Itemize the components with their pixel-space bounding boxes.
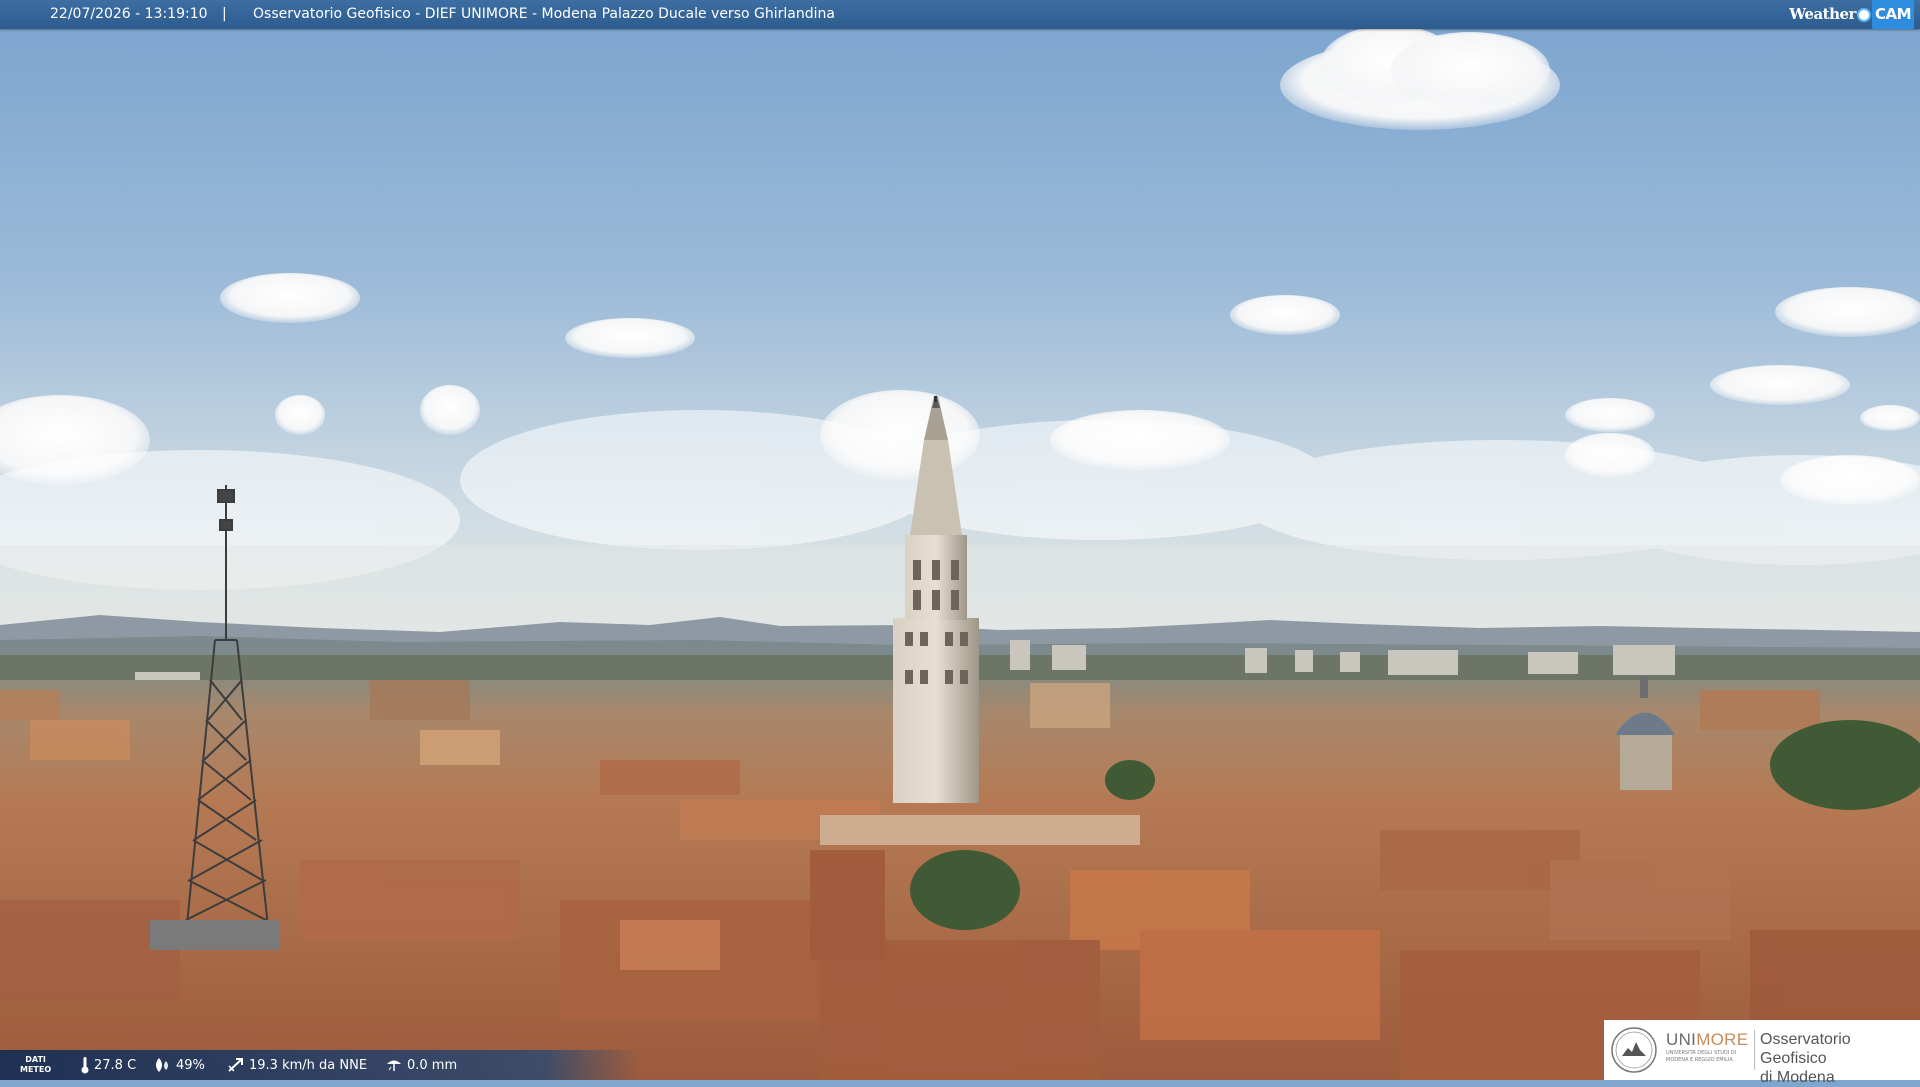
header-bar: 22/07/2026 - 13:19:10 | Osservatorio Geo… xyxy=(0,0,1920,29)
unimore-seal-icon xyxy=(1611,1027,1657,1073)
unimore-logo-panel: UNIMORE UNIVERSITÀ DEGLI STUDI DI MODENA… xyxy=(1604,1020,1920,1086)
temperature-item: 27.8 C xyxy=(80,1050,136,1080)
rain-item: 0.0 mm xyxy=(385,1050,457,1080)
rain-value: 0.0 mm xyxy=(407,1057,458,1073)
weather-label: DATI METEO xyxy=(20,1055,52,1074)
observatory-name: Osservatorio Geofisico di Modena xyxy=(1760,1031,1851,1086)
separator: | xyxy=(222,6,227,22)
timestamp: 22/07/2026 - 13:19:10 xyxy=(50,6,208,22)
humidity-icon xyxy=(156,1058,168,1072)
temperature-value: 27.8 C xyxy=(94,1057,137,1073)
wind-value: 19.3 km/h da NNE xyxy=(249,1057,368,1073)
wind-icon xyxy=(228,1058,243,1072)
weathercam-logo: Weather CAM xyxy=(1789,0,1914,29)
logo-dot-icon xyxy=(1856,7,1871,22)
webcam-image xyxy=(0,0,1920,1080)
camera-title: Osservatorio Geofisico - DIEF UNIMORE - … xyxy=(253,6,835,22)
weather-overlay: DATI METEO 27.8 C 49% 19.3 km/h da NNE 0… xyxy=(0,1050,640,1080)
logo-weather-text: Weather xyxy=(1789,5,1856,23)
unimore-subtitle: UNIVERSITÀ DEGLI STUDI DI MODENA E REGGI… xyxy=(1666,1050,1737,1063)
humidity-item: 49% xyxy=(152,1050,205,1080)
unimore-wordmark: UNIMORE xyxy=(1666,1030,1749,1049)
logo-divider xyxy=(1754,1030,1755,1070)
rain-icon xyxy=(387,1060,401,1071)
humidity-value: 49% xyxy=(176,1057,205,1073)
thermometer-icon xyxy=(81,1057,89,1074)
wind-item: 19.3 km/h da NNE xyxy=(227,1050,367,1080)
logo-cam-text: CAM xyxy=(1871,0,1914,29)
